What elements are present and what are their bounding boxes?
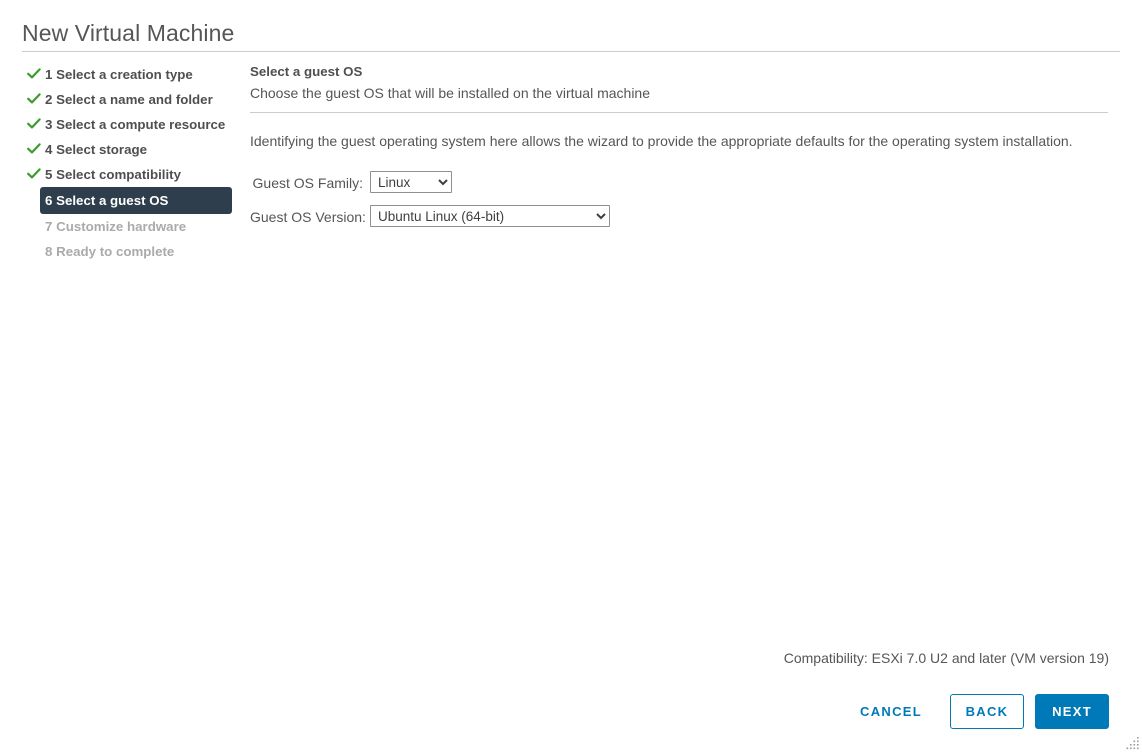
title-divider — [22, 51, 1120, 52]
sidebar-step-select-a-creation-type[interactable]: 1 Select a creation type — [22, 62, 234, 87]
step-label: 2 Select a name and folder — [45, 87, 213, 112]
next-button[interactable]: NEXT — [1035, 694, 1109, 729]
sidebar-step-select-a-name-and-folder[interactable]: 2 Select a name and folder — [22, 87, 234, 112]
cancel-button[interactable]: CANCEL — [842, 694, 940, 729]
page-title: New Virtual Machine — [22, 18, 234, 48]
guest-os-version-select[interactable]: Ubuntu Linux (64-bit)Ubuntu Linux (32-bi… — [370, 205, 610, 227]
check-icon — [27, 137, 41, 162]
wizard-step-list: 1 Select a creation type 2 Select a name… — [22, 62, 234, 264]
back-button[interactable]: BACK — [950, 694, 1024, 729]
guest-os-version-row: Guest OS Version: Ubuntu Linux (64-bit)U… — [250, 205, 1110, 229]
guest-os-family-select[interactable]: LinuxWindowsOther — [370, 171, 452, 193]
step-label: 4 Select storage — [45, 137, 147, 162]
step-label: 7 Customize hardware — [45, 214, 186, 239]
guest-os-version-label: Guest OS Version: — [250, 205, 363, 229]
compatibility-note: Compatibility: ESXi 7.0 U2 and later (VM… — [784, 650, 1109, 666]
sidebar-step-select-storage[interactable]: 4 Select storage — [22, 137, 234, 162]
step-label: 5 Select compatibility — [45, 162, 181, 187]
sidebar-step-ready-to-complete: 8 Ready to complete — [22, 239, 234, 264]
content-subheading: Choose the guest OS that will be install… — [250, 82, 1110, 104]
sidebar-step-select-a-guest-os[interactable]: 6 Select a guest OS — [40, 187, 232, 214]
guest-os-form: Guest OS Family: LinuxWindowsOther Guest… — [250, 171, 1110, 229]
check-icon — [27, 62, 41, 87]
sidebar-step-select-compatibility[interactable]: 5 Select compatibility — [22, 162, 234, 187]
sidebar-step-select-a-compute-resource[interactable]: 3 Select a compute resource — [22, 112, 234, 137]
guest-os-family-row: Guest OS Family: LinuxWindowsOther — [250, 171, 1110, 195]
step-label: 8 Ready to complete — [45, 239, 174, 264]
sidebar-step-customize-hardware: 7 Customize hardware — [22, 214, 234, 239]
content-divider — [250, 112, 1108, 113]
wizard-button-bar: CANCEL BACK NEXT — [842, 694, 1109, 729]
step-label: 1 Select a creation type — [45, 62, 193, 87]
resize-grip-icon[interactable] — [1126, 736, 1140, 750]
guest-os-family-label: Guest OS Family: — [250, 171, 363, 195]
main-content: Select a guest OS Choose the guest OS th… — [250, 62, 1110, 239]
check-icon — [27, 162, 41, 187]
step-label: 3 Select a compute resource — [45, 112, 225, 137]
step-label: 6 Select a guest OS — [45, 187, 168, 214]
content-description: Identifying the guest operating system h… — [250, 131, 1110, 151]
check-icon — [27, 87, 41, 112]
check-icon — [27, 112, 41, 137]
content-heading: Select a guest OS — [250, 62, 1110, 82]
